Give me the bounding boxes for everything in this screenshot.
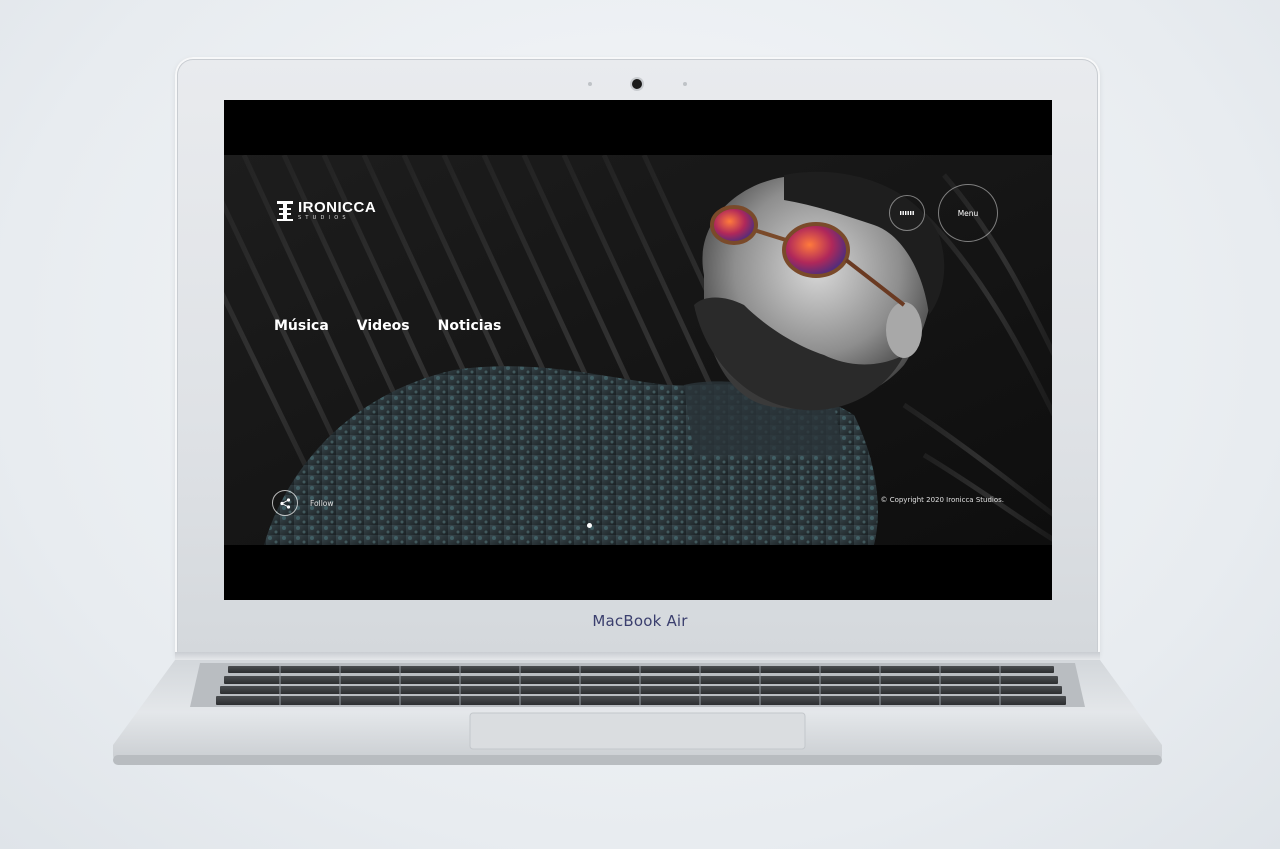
logo-text-group: IRONICCA STUDIOS	[298, 199, 377, 221]
nav-link-noticias[interactable]: Noticias	[438, 318, 502, 334]
copyright-text: © Copyright 2020 Ironicca Studios.	[880, 496, 1004, 504]
menu-button-label: Menu	[957, 208, 979, 218]
follow-button[interactable]: Follow	[272, 490, 334, 516]
laptop-model-label: MacBook Air	[592, 612, 688, 630]
share-icon-wrapper	[272, 490, 298, 516]
lang-button[interactable]	[889, 195, 925, 231]
logo-mark-icon	[277, 201, 293, 221]
slider-dot-active[interactable]	[587, 523, 592, 528]
menu-button[interactable]: Menu	[938, 184, 998, 242]
bars-icon	[900, 211, 914, 215]
main-nav: Música Videos Noticias	[274, 318, 501, 334]
hero-overlay: IRONICCA STUDIOS Menu Música Videos Noti…	[224, 155, 1052, 545]
follow-label: Follow	[310, 498, 334, 508]
screen-letterbox	[224, 545, 1052, 600]
laptop-keyboard-base	[113, 660, 1162, 765]
ambient-sensor	[683, 82, 687, 86]
nav-link-musica[interactable]: Música	[274, 318, 329, 334]
share-icon	[279, 497, 290, 509]
site-logo[interactable]: IRONICCA STUDIOS	[276, 200, 376, 222]
camera-icon	[632, 79, 642, 89]
ambient-sensor	[588, 82, 592, 86]
laptop-screen: IRONICCA STUDIOS Menu Música Videos Noti…	[224, 100, 1052, 600]
scene-background: IRONICCA STUDIOS Menu Música Videos Noti…	[0, 0, 1280, 849]
logo-name: IRONICCA	[298, 199, 377, 216]
website-hero: IRONICCA STUDIOS Menu Música Videos Noti…	[224, 155, 1052, 600]
nav-link-videos[interactable]: Videos	[357, 318, 410, 334]
